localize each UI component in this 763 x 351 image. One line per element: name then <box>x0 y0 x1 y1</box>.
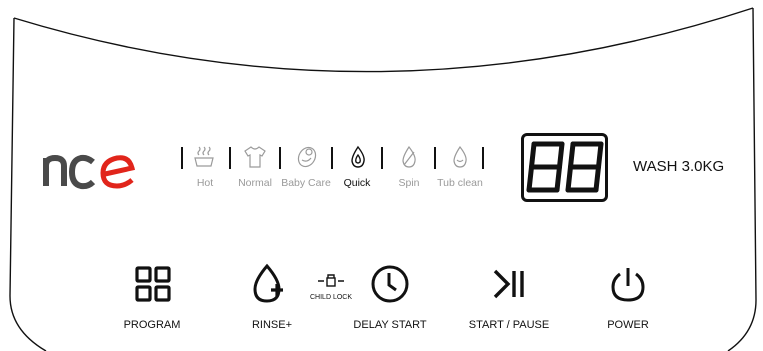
program-separator <box>229 147 231 169</box>
program-label-quick: Quick <box>343 177 371 189</box>
program-label-spin: Spin <box>398 177 420 189</box>
shirt-icon[interactable] <box>242 144 268 170</box>
digit-display <box>521 133 608 202</box>
seven-segment-digits <box>526 141 604 193</box>
delay-start-button[interactable] <box>368 262 412 306</box>
program-separator <box>331 147 333 169</box>
brand-logo <box>43 148 136 190</box>
play-pause-icon <box>493 269 524 299</box>
program-separator <box>381 147 383 169</box>
digit-segment <box>526 164 534 193</box>
power-icon <box>611 268 645 302</box>
program-label-hot: Hot <box>196 177 214 189</box>
digit-segment <box>593 164 601 193</box>
power-button[interactable] <box>606 262 650 306</box>
program-button-label: PROGRAM <box>123 319 181 331</box>
baby-care-icon[interactable] <box>294 144 320 170</box>
program-label-baby-care: Baby Care <box>281 177 331 189</box>
program-label-normal: Normal <box>238 177 272 189</box>
rinse-button[interactable] <box>248 262 292 306</box>
digit-segment <box>568 141 576 170</box>
program-button[interactable] <box>131 262 175 306</box>
clock-icon <box>371 265 409 303</box>
program-label-tub-clean: Tub clean <box>437 177 483 189</box>
hot-water-icon[interactable] <box>191 144 217 170</box>
digit-segment <box>529 141 537 170</box>
capacity-label: WASH 3.0KG <box>633 158 725 175</box>
program-separator <box>279 147 281 169</box>
program-separator <box>482 147 484 169</box>
digit-segment <box>596 141 604 170</box>
flame-drop-icon[interactable] <box>345 144 371 170</box>
start-pause-button-label: START / PAUSE <box>468 319 550 331</box>
start-pause-button[interactable] <box>488 262 532 306</box>
child-lock-label: CHILD LOCK <box>309 294 353 301</box>
spin-drop-icon[interactable] <box>396 144 422 170</box>
program-separator <box>181 147 183 169</box>
delay-start-button-label: DELAY START <box>353 319 427 331</box>
lock-icon <box>317 271 345 289</box>
power-button-label: POWER <box>607 319 649 331</box>
tub-clean-drop-icon[interactable] <box>447 144 473 170</box>
digit-segment <box>554 164 562 193</box>
drop-plus-icon <box>253 263 283 303</box>
program-separator <box>434 147 436 169</box>
rinse-button-label: RINSE+ <box>251 319 293 331</box>
washer-control-panel: Hot Normal Baby Care Quick Spin Tub clea… <box>0 0 763 351</box>
digit-segment <box>565 164 573 193</box>
grid-icon <box>135 266 171 302</box>
digit-segment <box>557 141 565 170</box>
